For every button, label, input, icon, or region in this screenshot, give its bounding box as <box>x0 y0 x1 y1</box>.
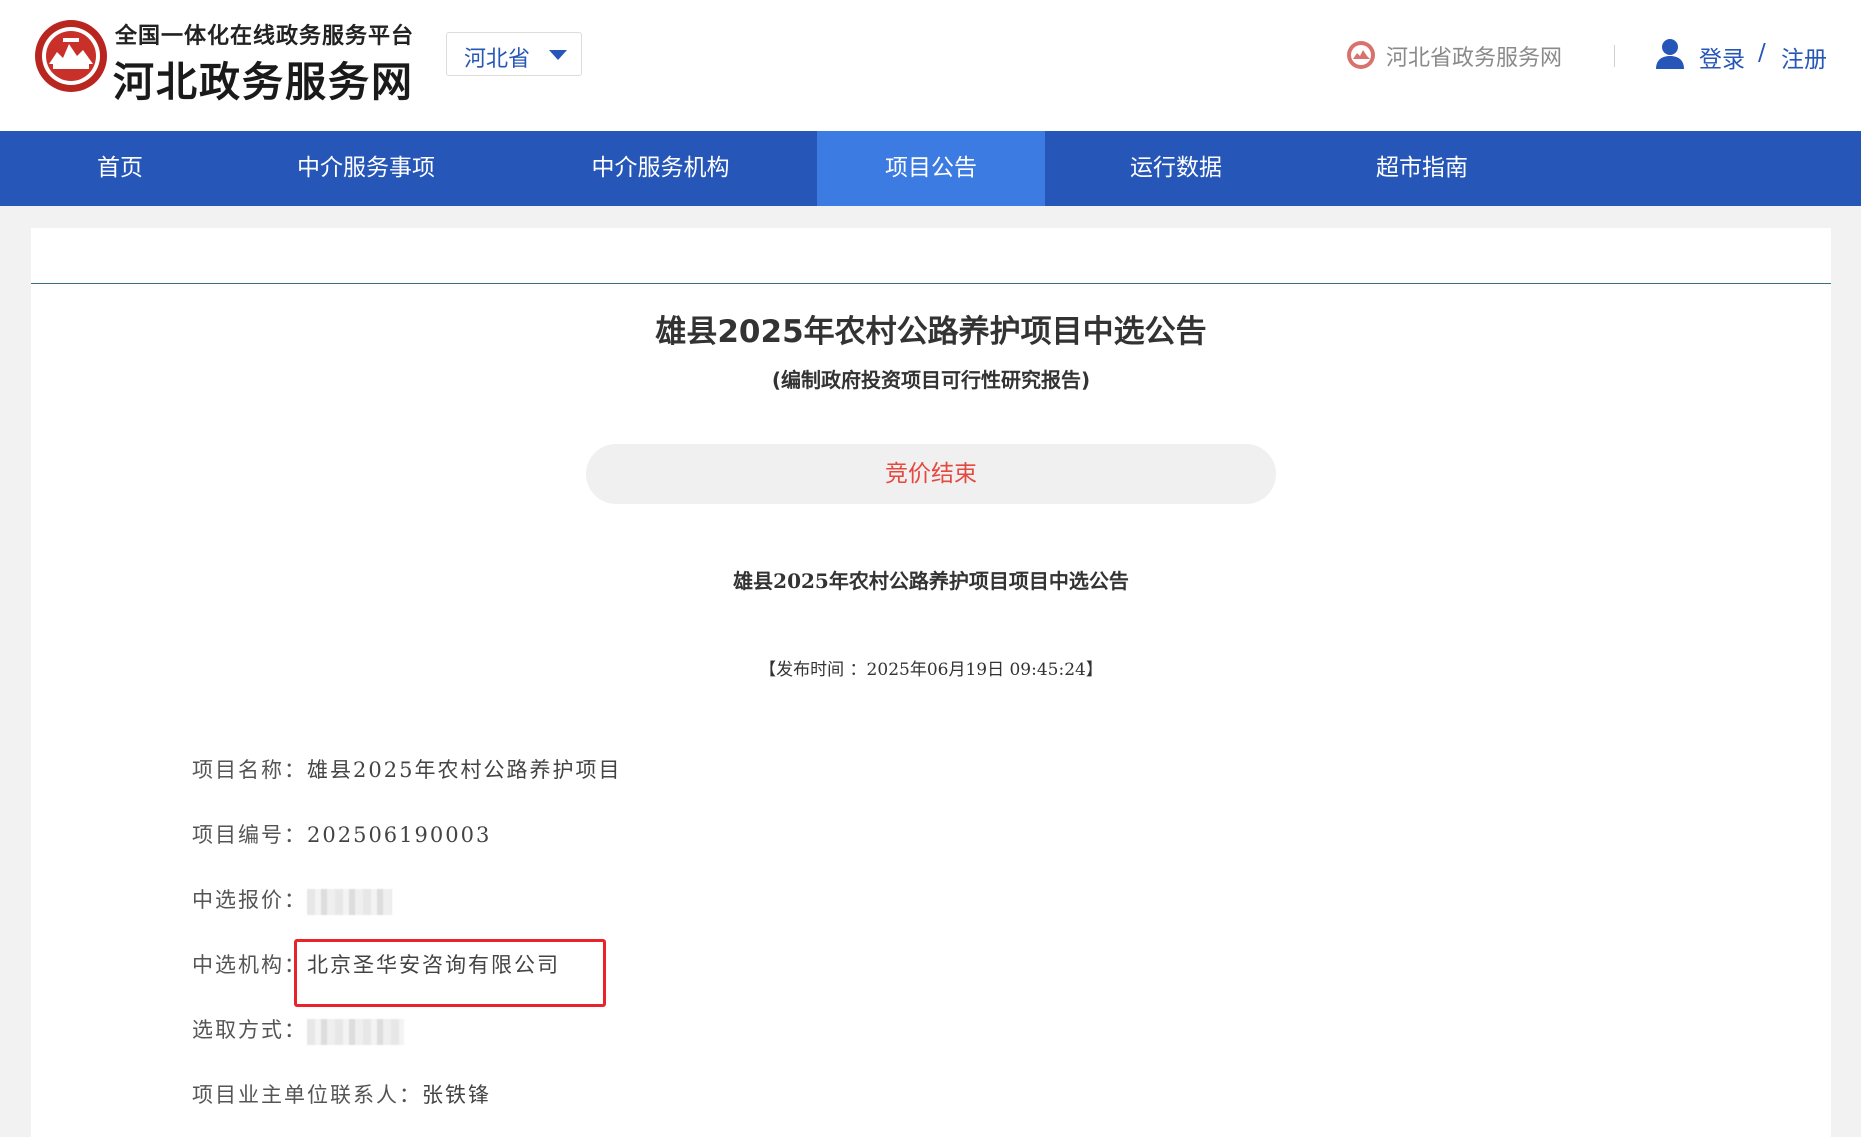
nav-item-announcements[interactable]: 项目公告 <box>817 131 1045 206</box>
portal-link-label: 河北省政务服务网 <box>1386 46 1563 71</box>
field-label: 选取方式： <box>192 1018 307 1042</box>
highlight-annotation <box>294 939 606 1007</box>
panel-divider <box>31 283 1831 284</box>
announcement-panel: 雄县2025年农村公路养护项目中选公告 (编制政府投资项目可行性研究报告) 竞价… <box>31 228 1831 1137</box>
field-value: 张铁锋 <box>422 1083 491 1107</box>
field-project-number: 项目编号：202506190003 <box>192 819 491 853</box>
header-divider <box>1614 45 1615 67</box>
emblem-icon <box>35 20 107 92</box>
logo-site-name: 河北政务服务网 <box>113 58 414 106</box>
portal-emblem-icon <box>1347 41 1375 69</box>
logo-platform-name: 全国一体化在线政务服务平台 <box>115 24 415 49</box>
redacted-value <box>307 1018 404 1045</box>
main-nav: 首页 中介服务事项 中介服务机构 项目公告 运行数据 超市指南 <box>0 131 1861 206</box>
field-label: 中选报价： <box>192 888 307 912</box>
redacted-value <box>307 888 392 915</box>
field-label: 中选机构： <box>192 953 307 977</box>
field-label: 项目名称： <box>192 758 307 782</box>
user-icon <box>1656 39 1684 69</box>
field-winning-price: 中选报价： <box>192 884 392 918</box>
announcement-heading: 雄县2025年农村公路养护项目项目中选公告 <box>733 569 1129 593</box>
login-link[interactable]: 登录 <box>1699 40 1745 74</box>
field-value: 202506190003 <box>307 823 492 847</box>
nav-item-service-agencies[interactable]: 中介服务机构 <box>547 131 774 206</box>
field-label: 项目编号： <box>192 823 307 847</box>
page-subtitle: (编制政府投资项目可行性研究报告) <box>771 368 1091 392</box>
nav-item-home[interactable]: 首页 <box>0 131 240 206</box>
register-link[interactable]: 注册 <box>1781 40 1827 74</box>
nav-item-operation-data[interactable]: 运行数据 <box>1045 131 1307 206</box>
region-select[interactable]: 河北省 <box>446 32 582 76</box>
status-badge: 竞价结束 <box>586 444 1276 504</box>
field-label: 项目业主单位联系人： <box>192 1083 422 1107</box>
field-value: 雄县2025年农村公路养护项目 <box>307 758 622 782</box>
field-project-name: 项目名称：雄县2025年农村公路养护项目 <box>192 754 621 788</box>
site-logo[interactable]: 全国一体化在线政务服务平台 河北政务服务网 <box>33 16 415 106</box>
chevron-down-icon <box>549 50 567 60</box>
nav-item-service-items[interactable]: 中介服务事项 <box>240 131 492 206</box>
publish-time: 【发布时间 ：2025年06月19日 09:45:24】 <box>759 660 1103 680</box>
page-title: 雄县2025年农村公路养护项目中选公告 <box>655 314 1207 350</box>
site-header: 全国一体化在线政务服务平台 河北政务服务网 河北省 河北省政务服务网 登录 / … <box>0 0 1861 131</box>
field-owner-contact: 项目业主单位联系人：张铁锋 <box>192 1079 491 1113</box>
region-selected-value: 河北省 <box>464 47 531 72</box>
login-register-separator: / <box>1758 40 1766 66</box>
field-selection-method: 选取方式： <box>192 1014 404 1048</box>
nav-item-market-guide[interactable]: 超市指南 <box>1307 131 1537 206</box>
